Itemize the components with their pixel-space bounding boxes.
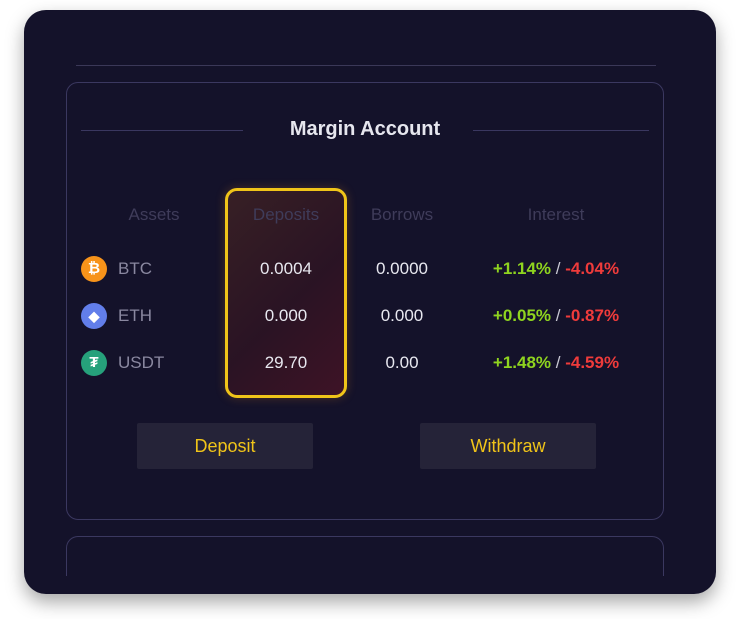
interest-positive: +1.14%	[492, 259, 552, 278]
column-header-borrows: Borrows	[370, 205, 434, 224]
interest-value: +1.48% / -4.59%	[467, 353, 645, 373]
title-divider-left	[81, 130, 243, 131]
top-divider	[76, 65, 656, 66]
borrow-value: 0.0000	[376, 259, 428, 278]
borrow-value: 0.00	[385, 353, 419, 372]
asset-name: USDT	[118, 353, 165, 372]
tether-icon: ₮	[81, 350, 107, 376]
borrow-value: 0.000	[380, 306, 424, 325]
interest-negative: -0.87%	[565, 306, 620, 325]
asset-row-usdt: ₮ USDT 29.70 0.00 +1.48% / -4.59%	[67, 348, 665, 378]
column-header-deposits: Deposits	[252, 205, 320, 224]
column-header-assets: Assets	[128, 205, 180, 224]
margin-panel: Margin Account Assets Deposits Borrows I…	[24, 10, 716, 594]
deposit-value: 29.70	[264, 353, 308, 372]
title-row: Margin Account	[81, 116, 649, 146]
interest-negative: -4.59%	[565, 353, 620, 372]
deposit-value: 0.000	[264, 306, 308, 325]
deposit-value: 0.0004	[260, 259, 312, 278]
ethereum-icon: ◆	[81, 303, 107, 329]
asset-row-btc: ₿ BTC 0.0004 0.0000 +1.14% / -4.04%	[67, 254, 665, 284]
bitcoin-icon: ₿	[81, 256, 107, 282]
asset-name: ETH	[118, 306, 152, 325]
interest-positive: +0.05%	[492, 306, 552, 325]
withdraw-button[interactable]: Withdraw	[420, 423, 596, 469]
column-header-interest: Interest	[527, 205, 585, 224]
deposit-button[interactable]: Deposit	[137, 423, 313, 469]
asset-name: BTC	[118, 259, 152, 278]
title-divider-right	[473, 130, 649, 131]
next-card-edge	[66, 536, 664, 576]
margin-account-card: Margin Account Assets Deposits Borrows I…	[66, 82, 664, 520]
interest-separator: /	[551, 353, 566, 372]
interest-negative: -4.04%	[565, 259, 620, 278]
interest-value: +0.05% / -0.87%	[467, 306, 645, 326]
interest-separator: /	[551, 306, 566, 325]
interest-separator: /	[551, 259, 566, 278]
page-title: Margin Account	[289, 118, 441, 140]
asset-row-eth: ◆ ETH 0.000 0.000 +0.05% / -0.87%	[67, 301, 665, 331]
interest-positive: +1.48%	[492, 353, 552, 372]
interest-value: +1.14% / -4.04%	[467, 259, 645, 279]
